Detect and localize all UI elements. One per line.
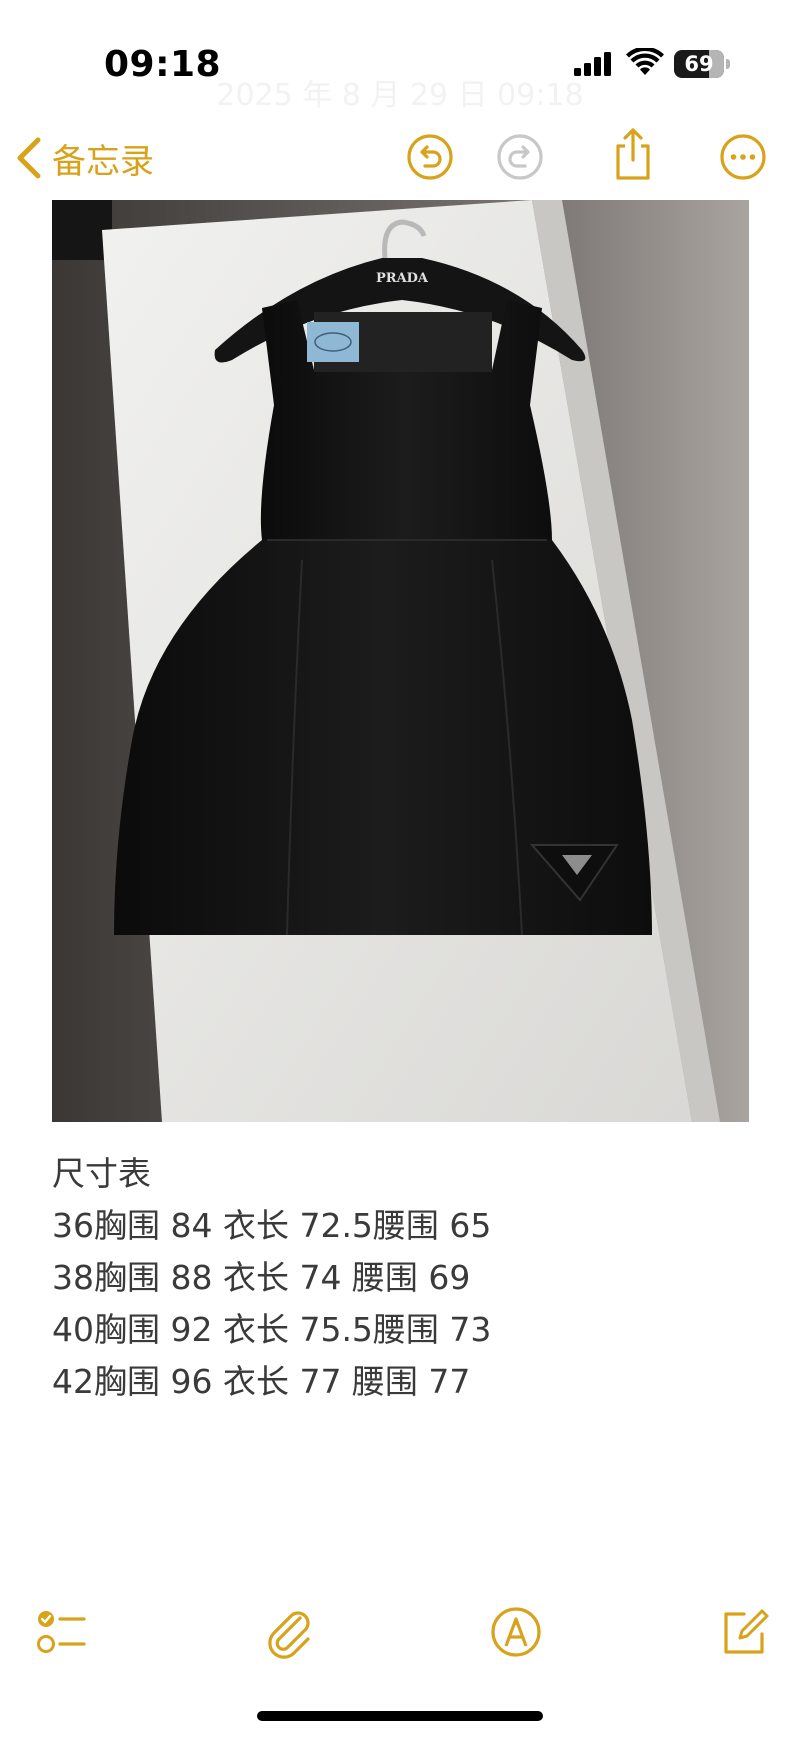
note-line: 40胸围 92 衣长 75.5腰围 73 xyxy=(52,1310,492,1349)
notes-app-screen: 09:18 2025 年 8 月 29 日 09:18 69 备忘录 PRADA… xyxy=(0,0,800,1740)
home-indicator[interactable] xyxy=(257,1711,543,1721)
chevron-left-icon xyxy=(17,137,41,179)
wifi-icon xyxy=(626,48,664,75)
back-button[interactable]: 备忘录 xyxy=(14,128,154,188)
bottom-toolbar xyxy=(0,1600,800,1680)
battery-icon: 69 xyxy=(674,50,730,78)
note-line: 36胸围 84 衣长 72.5腰围 65 xyxy=(52,1206,492,1245)
note-body[interactable]: 尺寸表 36胸围 84 衣长 72.5腰围 65 38胸围 88 衣长 74 腰… xyxy=(52,1148,752,1408)
back-button-label: 备忘录 xyxy=(52,141,154,182)
checklist-icon[interactable] xyxy=(34,1604,90,1660)
battery-percent: 69 xyxy=(684,52,714,76)
markup-pen-icon[interactable] xyxy=(488,1604,544,1660)
more-icon[interactable] xyxy=(718,132,768,182)
note-line: 42胸围 96 衣长 77 腰围 77 xyxy=(52,1362,471,1401)
compose-icon[interactable] xyxy=(716,1604,772,1660)
paperclip-icon[interactable] xyxy=(262,1604,318,1660)
note-photo[interactable]: PRADA xyxy=(52,200,749,1122)
dress-photo: PRADA xyxy=(52,200,749,1122)
share-icon[interactable] xyxy=(608,126,658,182)
note-title: 尺寸表 xyxy=(52,1154,151,1193)
cellular-signal-icon xyxy=(574,52,611,76)
note-line: 38胸围 88 衣长 74 腰围 69 xyxy=(52,1258,471,1297)
status-bar: 09:18 2025 年 8 月 29 日 09:18 69 xyxy=(0,0,800,120)
undo-icon[interactable] xyxy=(405,132,455,182)
navigation-bar: 备忘录 xyxy=(0,120,800,200)
redo-icon[interactable] xyxy=(495,132,545,182)
hanger-brand-text: PRADA xyxy=(376,271,429,286)
